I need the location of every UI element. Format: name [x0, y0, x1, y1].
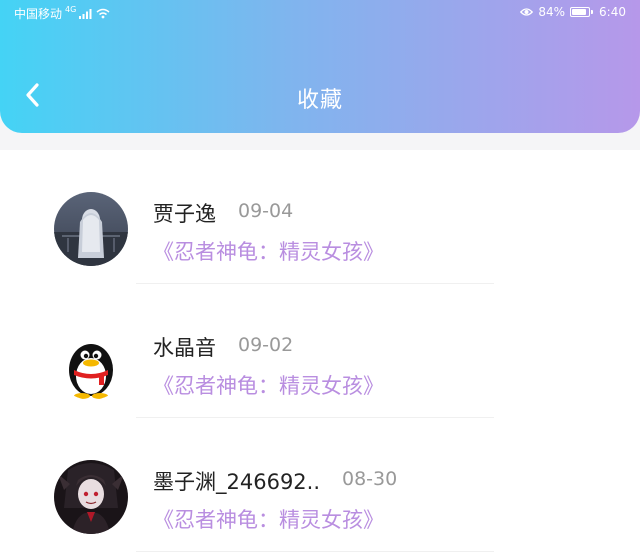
- battery-percent: 84%: [538, 5, 566, 19]
- network-type: 4G: [65, 5, 77, 14]
- status-left: 中国移动 4G: [14, 5, 110, 22]
- list-item[interactable]: 贾子逸 09-04 《忍者神龟：精灵女孩》: [0, 150, 640, 284]
- header-bar: 中国移动 4G 84% 6:40 收藏: [0, 0, 640, 133]
- work-title[interactable]: 《忍者神龟：精灵女孩》: [153, 236, 384, 266]
- dark-character-avatar: [54, 460, 128, 534]
- list-item[interactable]: 墨子渊_246692.. 08-30 《忍者神龟：精灵女孩》: [0, 418, 640, 552]
- wifi-icon: [96, 8, 110, 19]
- user-name: 水晶音: [153, 336, 216, 360]
- work-title[interactable]: 《忍者神龟：精灵女孩》: [153, 504, 384, 534]
- list-item[interactable]: 水晶音 09-02 《忍者神龟：精灵女孩》: [0, 284, 640, 418]
- work-title[interactable]: 《忍者神龟：精灵女孩》: [153, 370, 384, 400]
- battery-icon: [570, 7, 594, 17]
- user-name: 贾子逸: [153, 202, 216, 226]
- signal-icon: [79, 9, 92, 19]
- favorite-date: 09-02: [238, 334, 294, 356]
- ghost-girl-avatar: [54, 192, 128, 266]
- divider: [136, 551, 494, 552]
- favorites-list: 贾子逸 09-04 《忍者神龟：精灵女孩》 水晶音 09-02 《忍者神龟：精灵…: [0, 150, 640, 559]
- status-right: 84% 6:40: [520, 5, 626, 19]
- status-bar: 中国移动 4G 84% 6:40: [0, 0, 640, 26]
- favorite-date: 09-04: [238, 200, 294, 222]
- favorite-date: 08-30: [342, 468, 398, 490]
- carrier-label: 中国移动: [14, 7, 63, 21]
- page-title: 收藏: [296, 88, 343, 113]
- eye-icon: [520, 8, 534, 16]
- clock-time: 6:40: [599, 5, 626, 19]
- user-name: 墨子渊_246692..: [153, 470, 321, 494]
- penguin-avatar: [54, 326, 128, 400]
